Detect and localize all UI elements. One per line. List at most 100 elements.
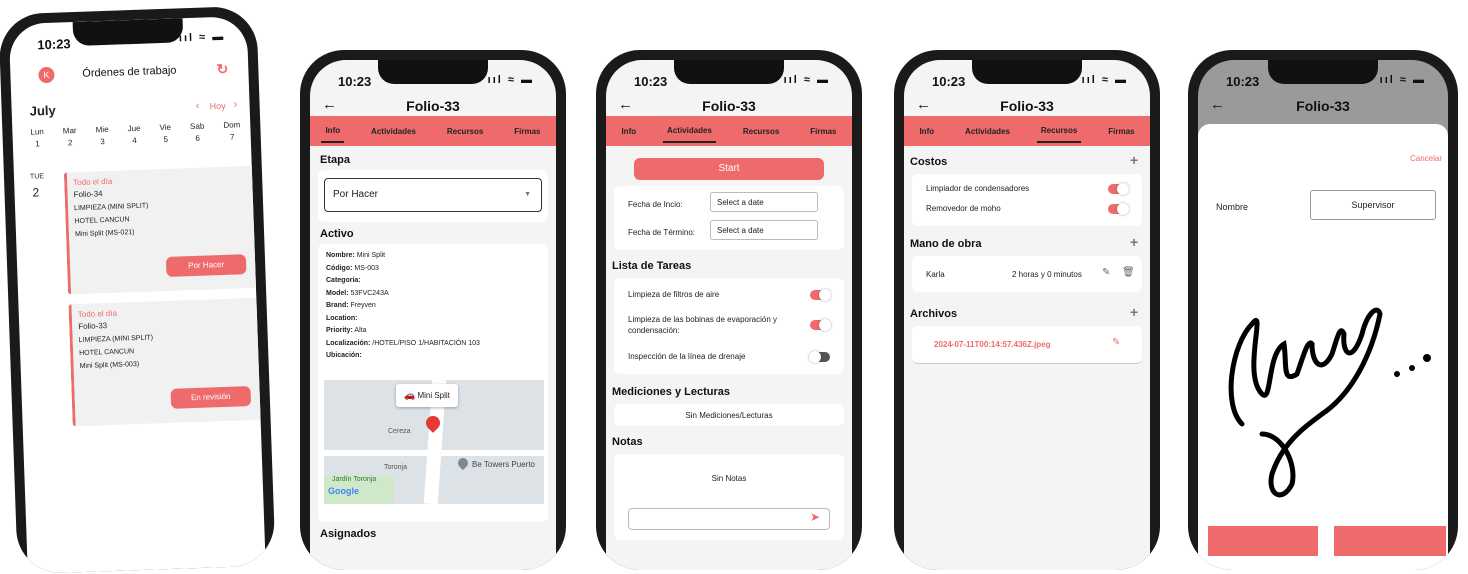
send-icon[interactable]: ➤ (810, 510, 820, 524)
status-time: 10:23 (1226, 74, 1260, 89)
tab-actividades[interactable]: Actividades (961, 121, 1014, 142)
costo-item: Removedor de moho (926, 204, 1001, 213)
task-toggle[interactable] (810, 319, 831, 331)
notch (378, 60, 488, 84)
event-location: HOTEL CANCUN (79, 348, 135, 358)
signature-canvas[interactable] (1212, 284, 1442, 514)
event-asset: Mini Split (MS-003) (79, 360, 140, 371)
tab-recursos[interactable]: Recursos (739, 121, 783, 142)
costos-card: Limpiador de condensadores Removedor de … (912, 174, 1142, 226)
tab-info[interactable]: Info (915, 121, 938, 142)
signature-dot (1423, 354, 1431, 362)
nombre-input[interactable]: Supervisor (1310, 190, 1436, 220)
edit-file-icon[interactable]: ✎ (1112, 337, 1120, 348)
cancel-button[interactable]: Cancelar (1410, 154, 1442, 163)
file-link[interactable]: 2024-07-11T00:14:57.436Z.jpeg (934, 340, 1051, 349)
day-col[interactable]: Vie 5 (159, 123, 171, 144)
day-col[interactable]: Sab 6 (190, 122, 205, 143)
day-col[interactable]: Mie 3 (96, 125, 110, 146)
activo-heading: Activo (320, 228, 354, 240)
task-item: Inspección de la línea de drenaje (628, 352, 746, 361)
page-title: Folio-33 (406, 98, 460, 114)
add-costo-icon[interactable]: + (1130, 152, 1138, 168)
page-title: Folio-33 (1296, 98, 1350, 114)
day-col[interactable]: Jue 4 (127, 124, 141, 145)
archivos-card: 2024-07-11T00:14:57.436Z.jpeg ✎ (912, 326, 1142, 364)
asset-field: Nombre: Mini Split (326, 252, 386, 259)
edit-icon[interactable]: ✎ (1102, 267, 1110, 278)
fecha-termino-input[interactable]: Select a date (710, 220, 818, 240)
tab-bar: Info Actividades Recursos Firmas (606, 116, 852, 146)
day-col[interactable]: Dom 7 (223, 120, 241, 142)
status-icons: ııl ≈ ▬ (487, 74, 534, 86)
prev-week-icon[interactable]: ‹ (195, 100, 199, 112)
map-label: Toronja (384, 464, 407, 471)
page-title: Folio-33 (702, 98, 756, 114)
clear-button[interactable] (1208, 526, 1318, 556)
tab-info[interactable]: Info (617, 121, 640, 142)
tab-bar: Info Actividades Recursos Firmas (310, 116, 556, 146)
mano-card: Karla 2 horas y 0 minutos ✎ 🗑 (912, 256, 1142, 292)
phone-actividades: 10:23 ııl ≈ ▬ ← Folio-33 Info Actividades… (596, 50, 862, 570)
trash-icon[interactable]: 🗑 (1122, 267, 1135, 278)
tab-firmas[interactable]: Firmas (1104, 121, 1138, 142)
save-button[interactable] (1334, 526, 1446, 556)
costo-toggle[interactable] (1108, 203, 1129, 215)
tab-actividades[interactable]: Actividades (663, 120, 716, 143)
add-archivo-icon[interactable]: + (1130, 304, 1138, 320)
phone-firmas: 10:23 ııl ≈ ▬ ← Folio-33 Cancelar Nombre … (1188, 50, 1458, 570)
event-location: HOTEL CANCUN (74, 216, 130, 226)
etapa-select-card: Por Hacer ▼ (318, 170, 548, 222)
tab-recursos[interactable]: Recursos (443, 121, 487, 142)
asset-field: Código: MS-003 (326, 264, 379, 272)
tab-recursos[interactable]: Recursos (1036, 120, 1082, 143)
tab-firmas[interactable]: Firmas (806, 121, 840, 142)
notch (674, 60, 784, 84)
event-card[interactable]: Todo el día Folio-34 LIMPIEZA (MINI SPLI… (63, 165, 258, 295)
nombre-label: Nombre (1216, 202, 1249, 212)
event-card[interactable]: Todo el día Folio-33 LIMPIEZA (MINI SPLI… (68, 297, 263, 427)
dates-card: Fecha de Incio: Select a date Fecha de T… (614, 186, 844, 250)
info-screen: 10:23 ııl ≈ ▬ ← Folio-33 Info Actividades… (310, 60, 556, 570)
day-label: TUE (29, 173, 45, 181)
status-time: 10:23 (37, 36, 71, 53)
map[interactable]: 🚗 Mini Split Cereza Toronja Be Towers Pu… (324, 380, 544, 504)
status-button[interactable]: Por Hacer (165, 254, 247, 277)
firmas-screen: 10:23 ııl ≈ ▬ ← Folio-33 Cancelar Nombre … (1198, 60, 1448, 570)
status-button[interactable]: En revisión (170, 386, 252, 409)
today-button[interactable]: Hoy (209, 101, 225, 112)
next-week-icon[interactable]: › (233, 98, 237, 110)
status-time: 10:23 (932, 74, 966, 89)
etapa-select[interactable]: Por Hacer ▼ (324, 178, 542, 212)
task-toggle[interactable] (809, 351, 830, 363)
signature-dot (1409, 365, 1415, 371)
asset-field: Priority: Alta (326, 327, 367, 334)
task-toggle[interactable] (810, 289, 831, 301)
day-col[interactable]: Mar 2 (63, 126, 78, 147)
status-icons: ııl ≈ ▬ (1379, 74, 1426, 86)
notch (972, 60, 1082, 84)
tab-actividades[interactable]: Actividades (367, 121, 420, 142)
note-input[interactable] (628, 508, 830, 530)
status-time: 10:23 (338, 74, 372, 89)
costo-item: Limpiador de condensadores (926, 184, 1030, 193)
day-col[interactable]: Lun 1 (30, 127, 44, 148)
start-button[interactable]: Start (634, 158, 824, 180)
map-pin-label: 🚗 Mini Split (396, 384, 458, 407)
month-label: July (29, 102, 56, 119)
add-mano-icon[interactable]: + (1130, 234, 1138, 250)
activo-card: Nombre: Mini Split Código: MS-003 Catego… (318, 244, 548, 522)
map-label: Be Towers Puerto (472, 460, 535, 469)
fecha-inicio-input[interactable]: Select a date (710, 192, 818, 212)
status-icons: ııl ≈ ▬ (783, 74, 830, 86)
worker-name: Karla (926, 270, 945, 279)
notch (1268, 60, 1378, 84)
signature-stroke (1228, 307, 1383, 498)
refresh-icon[interactable]: ↻ (216, 61, 228, 78)
phone-calendar: 10:23 ııl ≈ ▬ K Órdenes de trabajo ↻ July… (0, 5, 276, 574)
google-logo: Google (328, 486, 359, 496)
tab-info[interactable]: Info (321, 120, 345, 143)
tab-firmas[interactable]: Firmas (510, 121, 544, 142)
costo-toggle[interactable] (1108, 183, 1129, 195)
mano-heading: Mano de obra (910, 238, 982, 250)
